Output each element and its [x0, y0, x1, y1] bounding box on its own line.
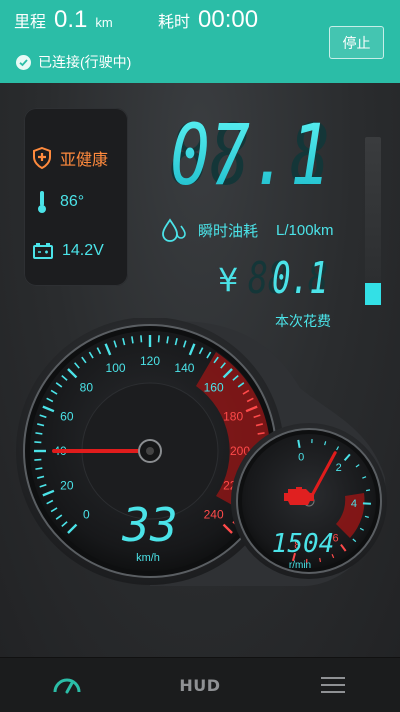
speed-value: 33 [121, 498, 177, 552]
fuel-level-fill [365, 283, 381, 305]
fuel-drop-icon [160, 218, 190, 242]
instant-fuel-label: 瞬时油耗 [198, 220, 258, 241]
fuel-level-bar [365, 137, 381, 305]
currency-symbol: ¥ [218, 261, 238, 299]
speed-tick [34, 460, 41, 461]
rpm-unit: r/min [289, 560, 311, 571]
rpm-tick-label: 4 [351, 498, 357, 510]
battery-icon [32, 242, 54, 260]
speed-tick [132, 336, 133, 343]
fuel-unit: L/100km [276, 222, 334, 239]
bottom-nav: HUD [0, 657, 400, 712]
elapsed-label: 耗时 [158, 8, 190, 32]
speed-tick [258, 433, 265, 434]
speedometer: 020406080100120140160180200220240 33 km/… [16, 318, 284, 585]
instant-fuel-display: 88.8 07.1 [170, 110, 330, 192]
shield-icon [32, 147, 52, 169]
instant-fuel-row: 瞬时油耗 L/100km [160, 218, 334, 242]
nav-hud[interactable]: HUD [133, 658, 266, 712]
speed-tick [35, 468, 42, 469]
instant-fuel-value: 07.1 [170, 110, 330, 192]
nav-menu[interactable] [267, 658, 400, 712]
speedometer-icon [52, 675, 82, 695]
speed-tick [159, 335, 160, 342]
speed-tick-label: 120 [140, 354, 160, 368]
coolant-temperature: 86° [60, 193, 84, 211]
stop-button[interactable]: 停止 [329, 26, 384, 59]
speed-tick-label: 160 [204, 380, 224, 394]
speed-tick-label: 0 [83, 508, 90, 522]
speed-tick-label: 80 [80, 380, 94, 394]
speed-tick [35, 433, 42, 434]
speed-tick-label: 60 [60, 410, 74, 424]
temperature-row: 86° [32, 189, 84, 215]
nav-hud-label: HUD [179, 676, 220, 695]
elapsed-value: 00:00 [198, 6, 258, 34]
vehicle-status-card[interactable]: 亚健康 86° 14.2V [24, 108, 128, 286]
rpm-tick [298, 440, 299, 448]
speed-tick-label: 240 [204, 508, 224, 522]
mileage-label: 里程 [14, 8, 46, 32]
speed-tick [167, 336, 168, 343]
speed-tick-label: 180 [223, 410, 243, 424]
rpm-tick-label: 2 [336, 462, 342, 474]
rpm-value: 1504 [272, 529, 335, 559]
connection-status-text: 已连接(行驶中) [38, 52, 131, 72]
mileage-unit: km [95, 15, 112, 30]
voltage-row: 14.2V [32, 242, 104, 260]
speed-tick-label: 20 [60, 478, 74, 492]
health-row: 亚健康 [32, 146, 108, 170]
nav-dashboard[interactable] [0, 658, 133, 712]
speed-tick-label: 100 [106, 361, 126, 375]
trip-cost-display: ¥ 88.8 0.1 [218, 255, 348, 299]
mileage-value: 0.1 [54, 6, 87, 34]
speed-tick [34, 442, 41, 443]
menu-icon [320, 675, 346, 695]
tachometer: 02468 1504 r/min [231, 423, 387, 579]
battery-voltage: 14.2V [62, 242, 104, 260]
elapsed-group: 耗时 00:00 [158, 6, 258, 34]
check-icon [16, 55, 31, 70]
trip-cost-value: 0.1 [272, 255, 328, 299]
speed-tick-label: 140 [174, 361, 194, 375]
connection-status: 已连接(行驶中) [16, 52, 131, 72]
speed-unit: km/h [136, 552, 160, 564]
speed-tick [141, 335, 142, 342]
rpm-tick [366, 490, 370, 491]
mileage-group: 里程 0.1 km [14, 6, 113, 34]
health-status: 亚健康 [60, 146, 108, 170]
rpm-tick-label: 0 [298, 452, 304, 464]
thermometer-icon [32, 189, 52, 215]
top-bar: 里程 0.1 km 耗时 00:00 停止 已连接(行驶中) [0, 0, 400, 83]
gauge-cluster: 020406080100120140160180200220240 33 km/… [0, 318, 400, 598]
